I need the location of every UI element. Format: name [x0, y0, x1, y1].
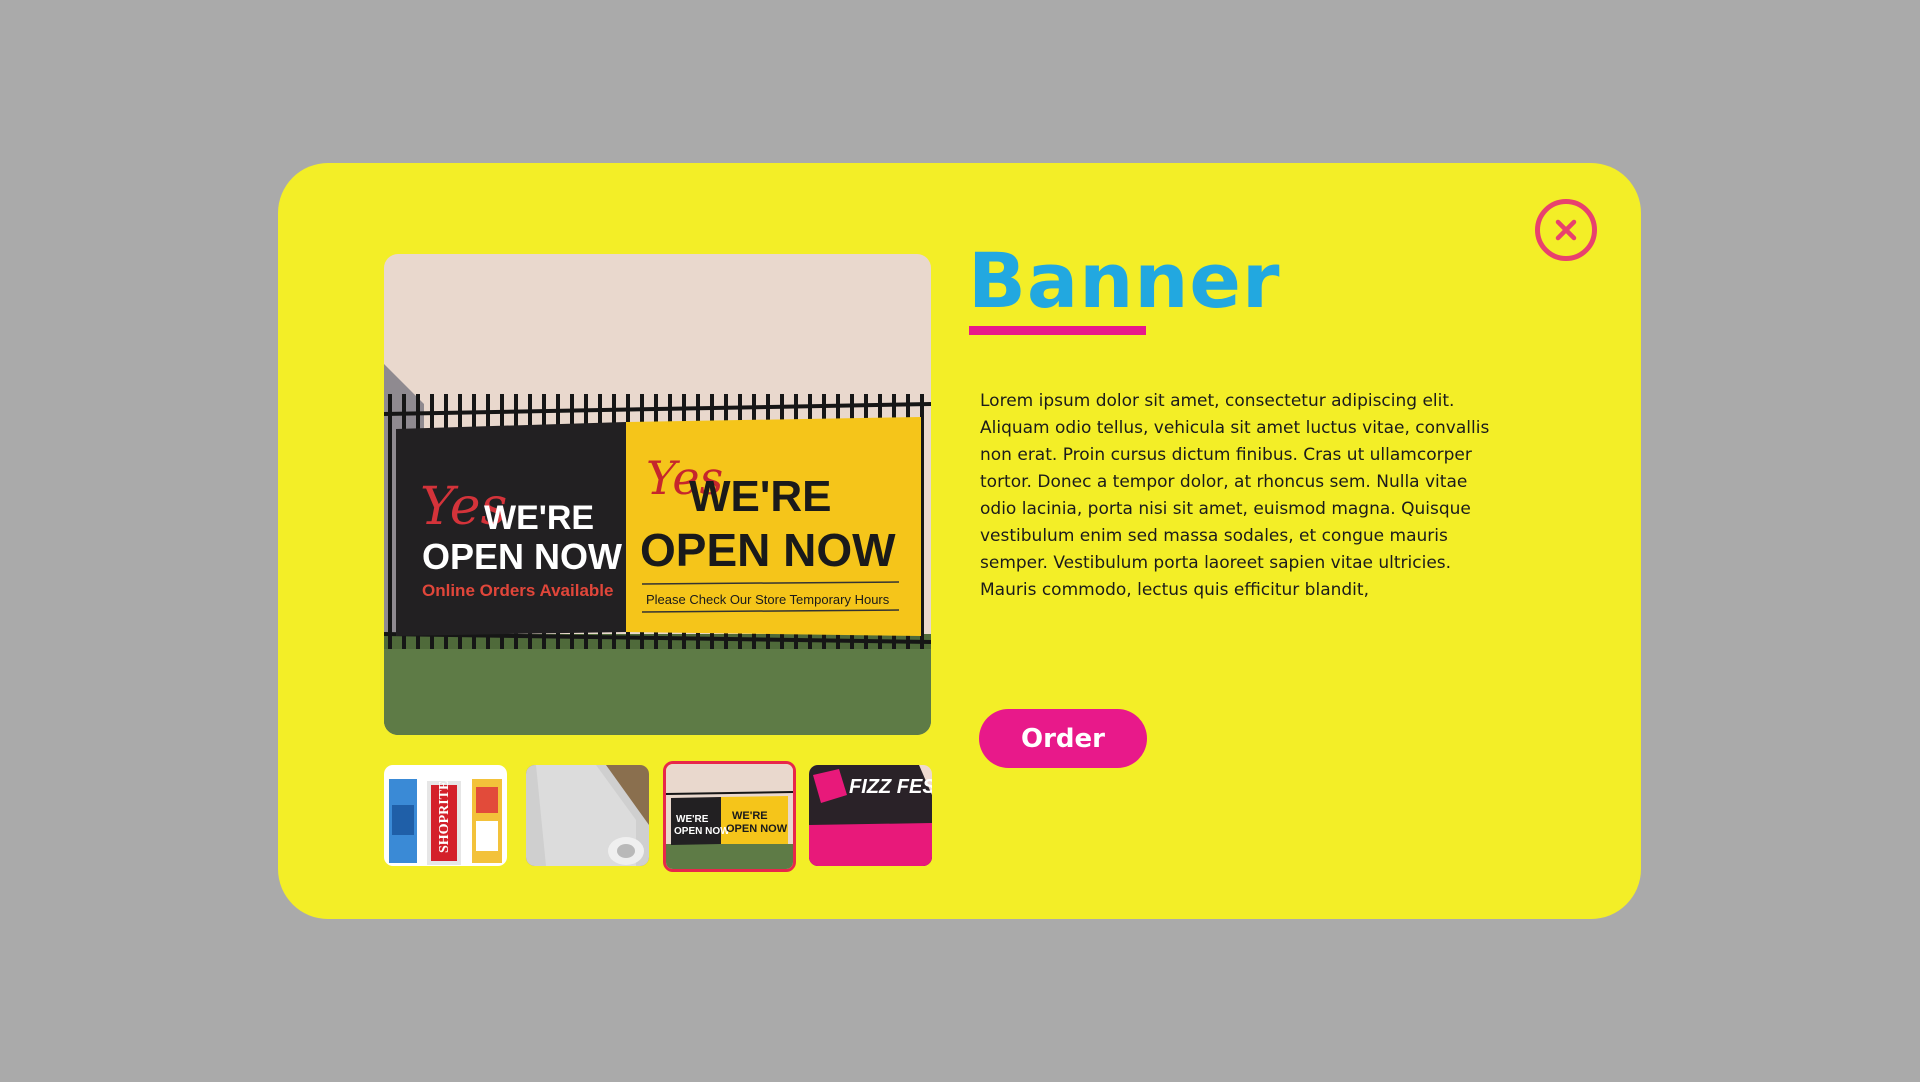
fizzfest-text: FIZZ FEST — [849, 776, 932, 798]
thumbnail-fizzfest-banner[interactable]: FIZZ FEST — [809, 765, 932, 866]
svg-text:OPEN NOW: OPEN NOW — [726, 823, 788, 835]
title-underline — [969, 326, 1146, 335]
product-description: Lorem ipsum dolor sit amet, consectetur … — [980, 391, 1490, 600]
svg-text:OPEN NOW: OPEN NOW — [674, 826, 730, 837]
thumbnail-fence-banner[interactable]: WE'RE OPEN NOW WE'RE OPEN NOW — [663, 761, 796, 872]
svg-text:WE'RE: WE'RE — [732, 810, 768, 822]
product-title: Banner — [968, 236, 1281, 325]
left-line3: Online Orders Available — [422, 581, 613, 600]
main-product-image: Yes WE'RE OPEN NOW Online Orders Availab… — [384, 254, 931, 735]
order-button[interactable]: Order — [979, 709, 1147, 768]
svg-text:WE'RE: WE'RE — [676, 814, 709, 825]
thumbnail-roll-up-banners[interactable]: SHOPRITE — [384, 765, 507, 866]
thumbnail-vinyl-roll[interactable] — [526, 765, 649, 866]
close-button[interactable] — [1535, 199, 1597, 261]
close-icon — [1555, 219, 1577, 241]
right-line1: WE'RE — [689, 472, 831, 521]
left-line2: OPEN NOW — [422, 536, 622, 577]
right-line2: OPEN NOW — [640, 524, 896, 576]
thumbnail-strip: SHOPRITE WE'RE OPEN NOW WE'RE OPEN NOW F… — [384, 761, 932, 872]
product-modal: Yes WE'RE OPEN NOW Online Orders Availab… — [278, 163, 1641, 919]
shoprite-text: SHOPRITE — [437, 781, 452, 853]
left-line1: WE'RE — [484, 499, 594, 537]
right-line3: Please Check Our Store Temporary Hours — [646, 592, 890, 607]
